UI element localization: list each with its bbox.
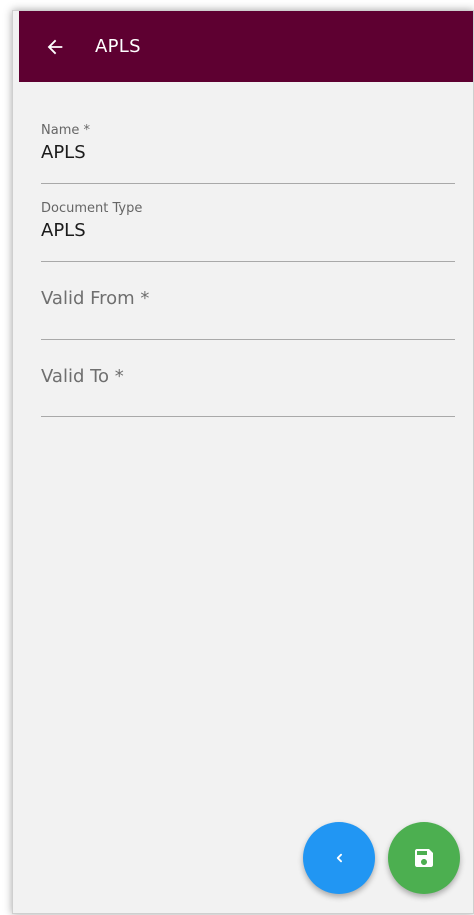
document-type-label: Document Type	[41, 201, 143, 216]
document-type-value[interactable]: APLS	[41, 220, 455, 241]
app-frame: APLS Name * APLS Document Type APLS Vali…	[12, 10, 474, 914]
chevron-left-icon	[336, 853, 342, 863]
document-type-field[interactable]: Document Type APLS	[41, 201, 455, 262]
save-button[interactable]	[388, 822, 460, 894]
valid-from-label: Valid From *	[41, 288, 150, 309]
save-icon	[415, 849, 433, 867]
back-button[interactable]	[35, 27, 75, 67]
arrow-left-icon	[47, 39, 63, 54]
valid-to-label: Valid To *	[41, 366, 124, 387]
valid-to-field[interactable]: Valid To *	[41, 366, 455, 417]
page-title: APLS	[95, 36, 141, 57]
name-value[interactable]: APLS	[41, 142, 455, 163]
name-field[interactable]: Name * APLS	[41, 123, 455, 184]
name-label: Name *	[41, 123, 90, 138]
app-bar: APLS	[19, 11, 473, 82]
previous-button[interactable]	[303, 822, 375, 894]
valid-from-field[interactable]: Valid From *	[41, 288, 455, 340]
